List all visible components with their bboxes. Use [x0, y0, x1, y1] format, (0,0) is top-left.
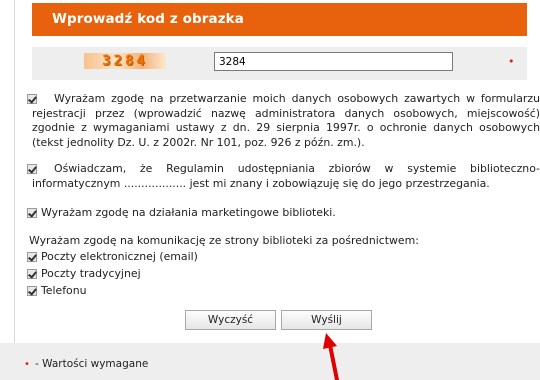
red-arrow-annotation [323, 333, 339, 380]
